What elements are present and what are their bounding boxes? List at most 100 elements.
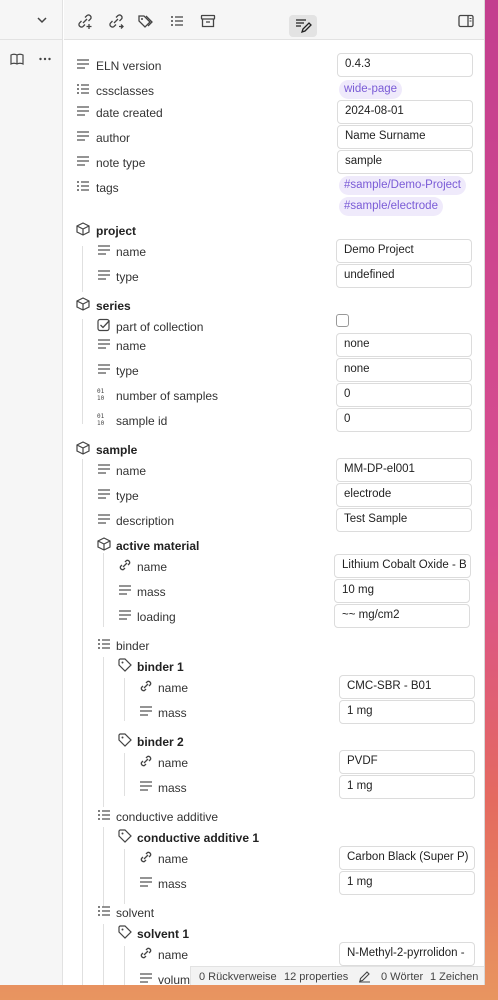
property-label: author	[96, 131, 131, 145]
link-out-icon[interactable]	[107, 12, 125, 30]
series-type-field[interactable]: none	[336, 358, 472, 382]
sidebar-toggle-icon[interactable]	[457, 12, 475, 30]
binder-1-name-field[interactable]: CMC-SBR - B01	[339, 675, 475, 699]
number-of-samples-field[interactable]: 0	[336, 383, 472, 407]
note-type-field[interactable]: sample	[337, 150, 473, 174]
book-icon[interactable]	[10, 52, 24, 66]
property-label: name	[116, 339, 147, 353]
status-bar: 0 Rückverweise 12 properties 0 Wörter 1 …	[190, 966, 484, 985]
object-label: binder 2	[137, 735, 184, 749]
text-icon	[76, 129, 90, 143]
object-label: sample	[96, 443, 138, 457]
tag-icon	[118, 733, 132, 747]
sample-id-field[interactable]: 0	[336, 408, 472, 432]
cube-icon	[97, 537, 111, 551]
active-material-loading-field[interactable]: ~~ mg/cm2	[334, 604, 470, 628]
object-project: project	[64, 218, 484, 240]
tags-icon[interactable]	[137, 12, 155, 30]
object-binder-1: binder 1	[64, 654, 484, 676]
property-label: sample id	[116, 414, 168, 428]
property-label: cssclasses	[96, 84, 155, 98]
backlinks-count[interactable]: 0 Rückverweise	[199, 971, 277, 983]
chevron-down-icon[interactable]	[36, 14, 48, 26]
object-label: conductive additive 1	[137, 831, 260, 845]
text-icon	[139, 704, 153, 718]
text-icon	[76, 57, 90, 71]
cube-icon	[76, 222, 90, 236]
property-label: mass	[137, 585, 166, 599]
sample-type-field[interactable]: electrode	[336, 483, 472, 507]
property-label: name	[158, 681, 189, 695]
object-solvent-1: solvent 1	[64, 921, 484, 943]
project-type-field[interactable]: undefined	[336, 264, 472, 288]
property-label: name	[158, 756, 189, 770]
series-name-field[interactable]: none	[336, 333, 472, 357]
property-label: date created	[96, 106, 163, 120]
properties-count: 12 properties	[284, 971, 349, 983]
tag-pill[interactable]: #sample/Demo-Project	[339, 176, 466, 195]
text-icon	[139, 779, 153, 793]
link-icon	[118, 558, 132, 572]
property-label: type	[116, 270, 139, 284]
property-label: part of collection	[116, 320, 204, 334]
project-name-field[interactable]: Demo Project	[336, 239, 472, 263]
text-icon	[97, 487, 111, 501]
list-binder: binder	[64, 633, 484, 655]
properties-panel: ELN version 0.4.3 cssclasses wide-page d…	[64, 41, 484, 985]
active-material-name-field[interactable]: Lithium Cobalt Oxide - B	[334, 554, 471, 578]
text-icon	[118, 608, 132, 622]
list-solvent: solvent	[64, 900, 484, 922]
text-icon	[97, 512, 111, 526]
text-icon	[139, 875, 153, 889]
part-of-collection-checkbox[interactable]	[336, 314, 349, 327]
object-label: project	[96, 224, 137, 238]
property-label: name	[116, 464, 147, 478]
number-icon: 01 10	[97, 412, 111, 426]
binder-2-name-field[interactable]: PVDF	[339, 750, 475, 774]
property-label: note type	[96, 156, 146, 170]
text-icon	[97, 462, 111, 476]
sample-name-field[interactable]: MM-DP-el001	[336, 458, 472, 482]
eln-version-field[interactable]: 0.4.3	[337, 53, 473, 77]
toolbar	[64, 0, 484, 40]
property-label: solvent	[116, 906, 155, 920]
more-icon[interactable]	[38, 52, 52, 66]
list-icon[interactable]	[168, 12, 186, 30]
link-add-icon[interactable]	[76, 12, 94, 30]
binder-1-mass-field[interactable]: 1 mg	[339, 700, 475, 724]
list-icon	[97, 637, 111, 651]
sample-description-field[interactable]: Test Sample	[336, 508, 472, 532]
object-active-material: active material	[64, 533, 484, 555]
list-icon	[97, 808, 111, 822]
text-icon	[76, 154, 90, 168]
link-icon	[139, 754, 153, 768]
archive-icon[interactable]	[199, 12, 217, 30]
property-cssclasses: cssclasses	[64, 78, 484, 100]
word-count: 0 Wörter	[381, 971, 424, 983]
active-material-mass-field[interactable]: 10 mg	[334, 579, 470, 603]
tag-pill[interactable]: #sample/electrode	[339, 197, 443, 216]
property-label: mass	[158, 877, 187, 891]
checkbox-icon	[97, 318, 111, 332]
left-strip-header	[0, 0, 62, 40]
edit-active-icon[interactable]	[294, 17, 312, 35]
list-icon	[76, 179, 90, 193]
tag-icon	[118, 658, 132, 672]
object-binder-2: binder 2	[64, 729, 484, 751]
property-label: number of samples	[116, 389, 219, 403]
pencil-icon[interactable]	[358, 970, 371, 983]
solvent-1-name-field[interactable]: N-Methyl-2-pyrrolidon -	[339, 942, 475, 966]
author-field[interactable]: Name Surname	[337, 125, 473, 149]
binder-2-mass-field[interactable]: 1 mg	[339, 775, 475, 799]
list-icon	[97, 904, 111, 918]
property-label: name	[137, 560, 168, 574]
tag-icon	[118, 925, 132, 939]
conductive-additive-1-mass-field[interactable]: 1 mg	[339, 871, 475, 895]
date-created-field[interactable]: 2024-08-01	[337, 100, 473, 124]
object-label: solvent 1	[137, 927, 190, 941]
text-icon	[76, 104, 90, 118]
list-conductive-additive: conductive additive	[64, 804, 484, 826]
cssclass-pill[interactable]: wide-page	[339, 80, 403, 99]
number-icon: 01 10	[97, 387, 111, 401]
conductive-additive-1-name-field[interactable]: Carbon Black (Super P)	[339, 846, 475, 870]
